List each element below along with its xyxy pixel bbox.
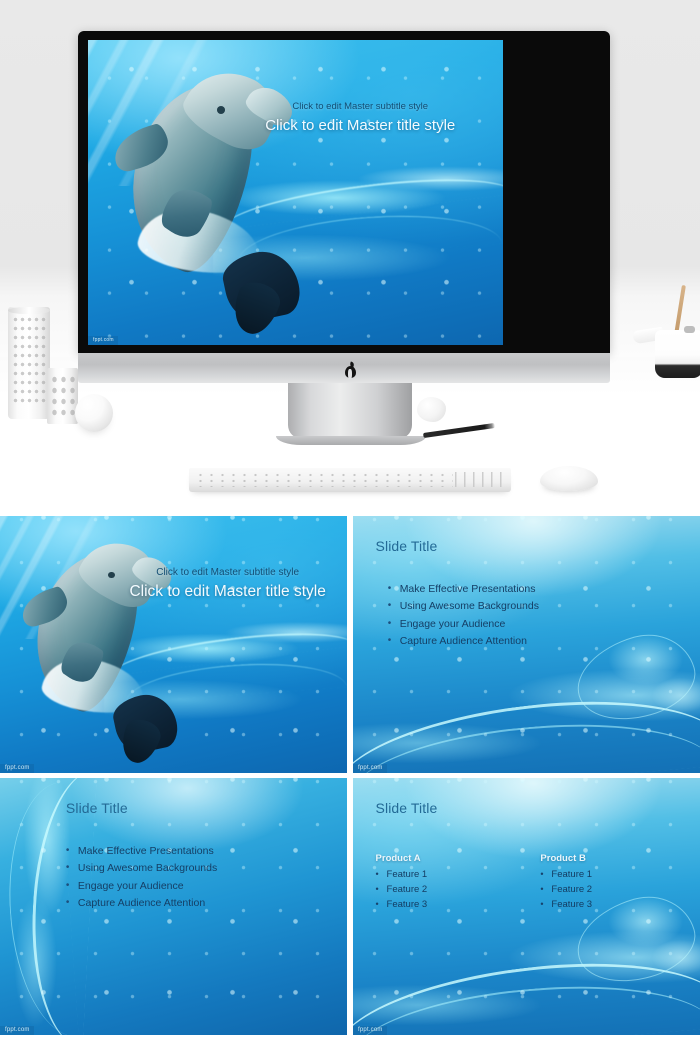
list-item[interactable]: • Using Awesome Backgrounds bbox=[388, 600, 539, 612]
vase-rim bbox=[8, 307, 50, 314]
bullet-label: Using Awesome Backgrounds bbox=[77, 862, 218, 875]
feature-label: Feature 1 bbox=[386, 868, 428, 880]
slide-thumbnail-grid: Click to edit Master subtitle style Clic… bbox=[0, 516, 700, 1047]
white-sphere-ornament bbox=[75, 394, 113, 432]
list-item[interactable]: • Capture Audience Attention bbox=[66, 897, 217, 909]
slide-4-two-column: Slide Title Product A • Feature 1 • Feat… bbox=[353, 778, 700, 1035]
slide-3-title[interactable]: Slide Title bbox=[66, 800, 128, 816]
slide-3-bullet-list: • Make Effective Presentations • Using A… bbox=[66, 845, 217, 915]
bullet-marker-icon: • bbox=[65, 862, 70, 874]
dolphin-eye bbox=[107, 571, 115, 579]
bullet-marker-icon: • bbox=[540, 898, 544, 909]
bullet-marker-icon: • bbox=[375, 898, 379, 909]
water-splash-right bbox=[561, 608, 700, 758]
slide-thumbnail-1[interactable]: Click to edit Master subtitle style Clic… bbox=[0, 516, 347, 773]
list-item[interactable]: • Capture Audience Attention bbox=[388, 635, 539, 647]
slide-2-bullet-list: • Make Effective Presentations • Using A… bbox=[388, 583, 539, 653]
bullet-label: Using Awesome Backgrounds bbox=[399, 600, 539, 613]
page-root: Click to edit Master subtitle style Clic… bbox=[0, 0, 700, 1047]
apple-keyboard[interactable] bbox=[189, 468, 511, 492]
bullet-marker-icon: • bbox=[387, 600, 392, 612]
slide-1-subtitle[interactable]: Click to edit Master subtitle style bbox=[120, 567, 335, 578]
feature-label: Feature 2 bbox=[551, 883, 593, 895]
slide-thumbnail-4[interactable]: Slide Title Product A • Feature 1 • Feat… bbox=[353, 778, 700, 1035]
bullet-marker-icon: • bbox=[375, 868, 379, 879]
column-heading: Product B bbox=[540, 852, 586, 864]
list-item[interactable]: • Feature 1 bbox=[540, 869, 674, 880]
slide-4-watermark: fppt.com bbox=[353, 1026, 387, 1035]
bullet-label: Capture Audience Attention bbox=[77, 897, 206, 910]
slide-1-text-block: Click to edit Master subtitle style Clic… bbox=[120, 567, 335, 601]
screen-subtitle-placeholder[interactable]: Click to edit Master subtitle style bbox=[232, 101, 489, 112]
slide-4-columns: Product A • Feature 1 • Feature 2 • Feat… bbox=[376, 853, 681, 914]
list-item[interactable]: • Make Effective Presentations bbox=[388, 583, 539, 595]
apple-logo-icon bbox=[343, 363, 357, 380]
perforated-vase-short bbox=[47, 368, 78, 424]
list-item[interactable]: • Feature 1 bbox=[376, 869, 510, 880]
list-item[interactable]: • Feature 3 bbox=[540, 899, 674, 910]
bullet-marker-icon: • bbox=[540, 883, 544, 894]
bullet-marker-icon: • bbox=[65, 844, 70, 856]
apple-magic-mouse[interactable] bbox=[540, 466, 598, 491]
feature-label: Feature 3 bbox=[386, 898, 428, 910]
slide-3-watermark: fppt.com bbox=[0, 1026, 34, 1035]
bullet-label: Capture Audience Attention bbox=[399, 635, 527, 648]
feature-label: Feature 3 bbox=[551, 898, 593, 910]
bullet-marker-icon: • bbox=[375, 883, 379, 894]
bullet-label: Engage your Audience bbox=[77, 879, 184, 892]
bullet-marker-icon: • bbox=[387, 617, 392, 629]
bullet-marker-icon: • bbox=[540, 868, 544, 879]
list-item[interactable]: • Feature 2 bbox=[540, 884, 674, 895]
list-item[interactable]: • Make Effective Presentations bbox=[66, 845, 217, 857]
column-product-a: Product A • Feature 1 • Feature 2 • Feat… bbox=[376, 853, 510, 914]
bullet-label: Engage your Audience bbox=[399, 617, 506, 630]
list-item[interactable]: • Using Awesome Backgrounds bbox=[66, 862, 217, 874]
slide-thumbnail-3[interactable]: Slide Title • Make Effective Presentatio… bbox=[0, 778, 347, 1035]
slide-1-title: Click to edit Master subtitle style Clic… bbox=[0, 516, 347, 773]
slide-2-title[interactable]: Slide Title bbox=[376, 538, 438, 554]
feature-label: Feature 2 bbox=[386, 883, 428, 895]
list-item[interactable]: • Feature 2 bbox=[376, 884, 510, 895]
perforated-vase-tall bbox=[8, 307, 50, 419]
imac-mockup-hero: Click to edit Master subtitle style Clic… bbox=[0, 0, 700, 512]
list-item[interactable]: • Feature 3 bbox=[376, 899, 510, 910]
monitor-stand-neck bbox=[288, 383, 412, 439]
monitor-stand-foot bbox=[276, 436, 426, 445]
slide-3-bullets: Slide Title • Make Effective Presentatio… bbox=[0, 778, 347, 1035]
slide-1-watermark: fppt.com bbox=[0, 764, 34, 773]
screen-watermark: fppt.com bbox=[88, 336, 118, 345]
list-item[interactable]: • Engage your Audience bbox=[388, 618, 539, 630]
screen-title-placeholder[interactable]: Click to edit Master title style bbox=[232, 117, 489, 134]
screen-title-block: Click to edit Master subtitle style Clic… bbox=[232, 101, 489, 134]
bullet-label: Make Effective Presentations bbox=[399, 582, 536, 595]
bullet-marker-icon: • bbox=[65, 897, 70, 909]
feature-label: Feature 1 bbox=[551, 868, 593, 880]
bullet-marker-icon: • bbox=[387, 635, 392, 647]
column-heading: Product A bbox=[375, 852, 421, 864]
white-teapot bbox=[655, 330, 700, 378]
teapot-lid-knob bbox=[684, 326, 695, 333]
list-item[interactable]: • Engage your Audience bbox=[66, 880, 217, 892]
crumpled-paper-ball bbox=[417, 397, 446, 422]
monitor-screen[interactable]: Click to edit Master subtitle style Clic… bbox=[88, 40, 503, 345]
slide-thumbnail-2[interactable]: Slide Title • Make Effective Presentatio… bbox=[353, 516, 700, 773]
slide-2-bullets: Slide Title • Make Effective Presentatio… bbox=[353, 516, 700, 773]
bullet-marker-icon: • bbox=[387, 582, 392, 594]
bullet-label: Make Effective Presentations bbox=[77, 844, 214, 857]
slide-1-title-text[interactable]: Click to edit Master title style bbox=[120, 583, 335, 601]
slide-4-title[interactable]: Slide Title bbox=[376, 800, 438, 816]
slide-2-watermark: fppt.com bbox=[353, 764, 387, 773]
column-product-b: Product B • Feature 1 • Feature 2 • Feat… bbox=[540, 853, 674, 914]
bullet-marker-icon: • bbox=[65, 879, 70, 891]
screen-slide-title: Click to edit Master subtitle style Clic… bbox=[88, 40, 503, 345]
